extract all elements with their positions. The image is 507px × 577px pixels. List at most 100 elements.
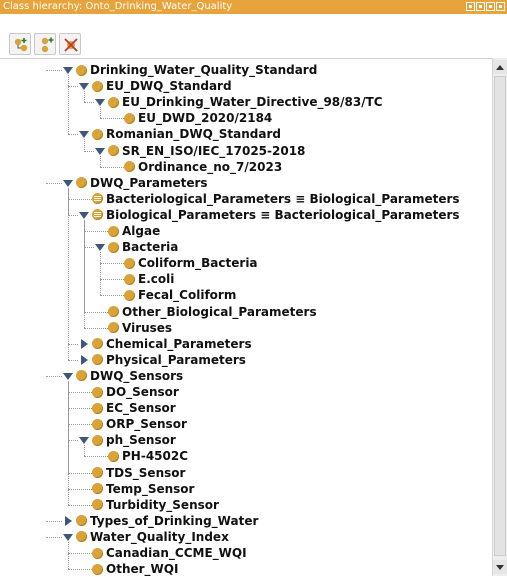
class-label[interactable]: Other_WQI [106,561,178,577]
class-label[interactable]: PH-4502C [122,448,188,464]
tree-row[interactable]: Turbidity_Sensor [92,497,219,513]
tree-row[interactable]: PH-4502C [108,448,188,464]
tree-row[interactable]: Other_Biological_Parameters [108,304,317,320]
delete-class-button[interactable] [59,33,81,55]
class-label[interactable]: EU_DWD_2020/2184 [138,110,272,126]
title-bar: Class hierarchy: Onto_Drinking_Water_Qua… [0,0,507,14]
add-subclass-button[interactable] [9,33,31,55]
scroll-up-icon[interactable] [493,60,507,74]
tree-guide-line [100,279,124,281]
class-label[interactable]: Romanian_DWQ_Standard [106,126,281,142]
tree-row[interactable]: Types_of_Drinking_Water [62,513,258,529]
tree-row[interactable]: Physical_Parameters [78,352,246,368]
close-icon[interactable] [496,2,505,11]
collapsed-triangle-icon[interactable] [62,513,74,529]
tree-row[interactable]: Ordinance_no_7/2023 [124,159,282,175]
class-label[interactable]: Turbidity_Sensor [106,497,219,513]
tree-row[interactable]: DWQ_Parameters [62,175,208,191]
class-label[interactable]: Drinking_Water_Quality_Standard [90,62,317,78]
tree-row[interactable]: EC_Sensor [92,400,176,416]
tree-row[interactable]: ORP_Sensor [92,416,187,432]
tree-row[interactable]: Canadian_CCME_WQI [92,545,247,561]
tree-row[interactable]: Coliform_Bacteria [124,255,258,271]
tree-row[interactable]: SR_EN_ISO/IEC_17025-2018 [94,143,305,159]
tree-row[interactable]: Viruses [108,320,172,336]
class-icon [108,241,119,253]
class-label[interactable]: EU_Drinking_Water_Directive_98/83/TC [122,94,383,110]
class-icon [92,483,103,495]
class-label[interactable]: TDS_Sensor [106,465,185,481]
class-label[interactable]: EU_DWQ_Standard [106,78,232,94]
tree-row[interactable]: Fecal_Coliform [124,287,236,303]
class-icon [76,64,87,76]
class-icon [108,225,119,237]
equivalent-class-icon [92,209,103,221]
class-icon [92,128,103,140]
tree-row[interactable]: Biological_Parameters ≡ Bacteriological_… [78,207,460,223]
class-label[interactable]: Water_Quality_Index [90,529,229,545]
class-label[interactable]: ph_Sensor [106,432,176,448]
class-label[interactable]: Canadian_CCME_WQI [106,545,247,561]
tree-guide-line [84,456,108,458]
tree-row[interactable]: EU_DWQ_Standard [78,78,232,94]
delete-class-icon [64,38,78,52]
collapsed-triangle-icon[interactable] [78,352,90,368]
class-label[interactable]: Bacteria [122,239,178,255]
tree-row[interactable]: E.coli [124,271,174,287]
tree-row[interactable]: Other_WQI [92,561,178,577]
class-label[interactable]: Physical_Parameters [106,352,246,368]
class-icon [76,531,87,543]
tree-row[interactable]: EU_DWD_2020/2184 [124,110,272,126]
class-label[interactable]: DWQ_Parameters [90,175,208,191]
class-label[interactable]: Coliform_Bacteria [138,255,258,271]
tree-row[interactable]: Water_Quality_Index [62,529,229,545]
tree-guide-line [84,102,94,104]
tree-row[interactable]: Romanian_DWQ_Standard [78,126,281,142]
tree-row[interactable]: EU_Drinking_Water_Directive_98/83/TC [94,94,383,110]
collapsed-triangle-icon[interactable] [78,336,90,352]
tree-guide-line [84,247,94,249]
class-label[interactable]: Biological_Parameters ≡ Bacteriological_… [106,207,460,223]
tree-row[interactable]: TDS_Sensor [92,465,185,481]
tree-row[interactable]: Drinking_Water_Quality_Standard [62,62,317,78]
class-label[interactable]: EC_Sensor [106,400,176,416]
tree-row[interactable]: ph_Sensor [78,432,176,448]
class-label[interactable]: E.coli [138,271,174,287]
class-label[interactable]: Bacteriological_Parameters ≡ Biological_… [106,191,460,207]
class-label[interactable]: Types_of_Drinking_Water [90,513,258,529]
tree-row[interactable]: Bacteriological_Parameters ≡ Biological_… [92,191,460,207]
scrollbar-thumb[interactable] [494,76,506,556]
class-icon [108,450,119,462]
class-icon [92,354,103,366]
class-label[interactable]: DO_Sensor [106,384,179,400]
class-label[interactable]: Fecal_Coliform [138,287,236,303]
split-view-icon[interactable] [466,2,475,11]
class-icon [124,257,135,269]
minimize-icon[interactable] [476,2,485,11]
tree-row[interactable]: Bacteria [94,239,178,255]
class-icon [92,499,103,511]
class-label[interactable]: SR_EN_ISO/IEC_17025-2018 [122,143,305,159]
class-label[interactable]: DWQ_Sensors [90,368,183,384]
class-label[interactable]: Viruses [122,320,172,336]
class-label[interactable]: Algae [122,223,160,239]
class-label[interactable]: Other_Biological_Parameters [122,304,317,320]
tree-guide-line [84,91,85,103]
vertical-scrollbar[interactable] [492,58,507,576]
class-label[interactable]: Ordinance_no_7/2023 [138,159,282,175]
tree-guide-line [84,445,85,457]
tree-row[interactable]: Chemical_Parameters [78,336,252,352]
class-hierarchy-tree[interactable]: Drinking_Water_Quality_Standard EU_DWQ_St… [0,58,492,577]
tree-row[interactable]: Algae [108,223,160,239]
tree-guide-line [84,327,108,329]
class-label[interactable]: Chemical_Parameters [106,336,252,352]
maximize-icon[interactable] [486,2,495,11]
class-label[interactable]: Temp_Sensor [106,481,194,497]
class-label[interactable]: ORP_Sensor [106,416,187,432]
tree-guide-line [68,541,69,570]
tree-row[interactable]: DWQ_Sensors [62,368,183,384]
add-sibling-class-button[interactable] [34,33,56,55]
tree-row[interactable]: Temp_Sensor [92,481,194,497]
scroll-down-icon[interactable] [493,560,507,574]
tree-row[interactable]: DO_Sensor [92,384,179,400]
